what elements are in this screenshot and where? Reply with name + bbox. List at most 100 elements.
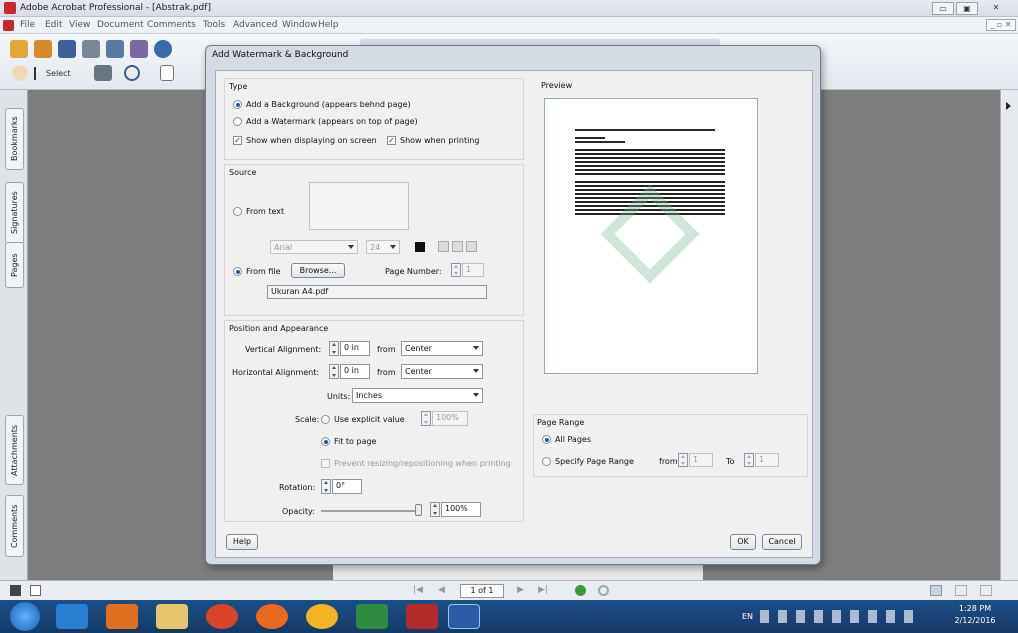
expand-arrow-icon[interactable] xyxy=(1006,102,1011,110)
excel-icon[interactable] xyxy=(356,604,388,629)
tab-pages[interactable]: Pages xyxy=(5,242,24,288)
open-icon[interactable] xyxy=(34,40,52,58)
doc-window-controls[interactable]: _ ▫ ✕ xyxy=(986,19,1016,31)
range-from-spinner[interactable] xyxy=(678,453,688,467)
horizontal-spinner[interactable] xyxy=(329,364,339,379)
save-icon[interactable] xyxy=(58,40,76,58)
minimize-button[interactable]: ▭ xyxy=(932,2,954,15)
acrobat-taskbar-icon[interactable] xyxy=(406,604,438,629)
vertical-from-select[interactable]: Center xyxy=(401,341,483,356)
snapshot-icon[interactable] xyxy=(94,65,112,81)
from-text-radio[interactable] xyxy=(233,207,242,216)
menu-help[interactable]: Help xyxy=(318,20,339,30)
prev-page-icon[interactable]: ◀ xyxy=(438,585,445,595)
menu-tools[interactable]: Tools xyxy=(203,20,225,30)
horizontal-value-field[interactable]: 0 in xyxy=(340,364,370,379)
watermark-radio[interactable] xyxy=(233,117,242,126)
page-number-spinner[interactable] xyxy=(451,263,461,277)
explicit-spinner[interactable] xyxy=(421,411,431,426)
color-swatch[interactable] xyxy=(415,242,425,252)
page-number-display[interactable]: 1 of 1 xyxy=(460,584,504,598)
sign-icon[interactable] xyxy=(130,40,148,58)
continuous-icon[interactable] xyxy=(955,585,967,596)
view-icon[interactable] xyxy=(10,585,21,596)
align-left-icon[interactable] xyxy=(438,241,449,252)
ok-button[interactable]: OK xyxy=(730,534,756,550)
next-page-icon[interactable]: ▶ xyxy=(517,585,524,595)
prevent-resize-checkbox[interactable] xyxy=(321,459,330,468)
rotation-field[interactable]: 0° xyxy=(332,479,362,494)
help-button[interactable]: Help xyxy=(226,534,258,550)
page-number-field[interactable]: 1 xyxy=(462,263,484,277)
ie-icon[interactable] xyxy=(56,604,88,629)
explicit-value-field[interactable]: 100% xyxy=(432,411,468,426)
vertical-spinner[interactable] xyxy=(329,341,339,356)
show-print-checkbox[interactable]: ✓ xyxy=(387,136,396,145)
tab-bookmarks[interactable]: Bookmarks xyxy=(5,108,24,170)
horizontal-from-select[interactable]: Center xyxy=(401,364,483,379)
right-scrollbar[interactable] xyxy=(1000,90,1018,580)
background-radio[interactable] xyxy=(233,100,242,109)
specify-range-radio[interactable] xyxy=(542,457,551,466)
units-select[interactable]: Inches xyxy=(352,388,483,403)
file-name-field[interactable]: Ukuran A4.pdf xyxy=(267,285,487,299)
menu-view[interactable]: View xyxy=(69,20,90,30)
app-icon[interactable] xyxy=(306,604,338,629)
align-center-icon[interactable] xyxy=(452,241,463,252)
opacity-slider-track[interactable] xyxy=(321,510,421,512)
media-icon[interactable] xyxy=(106,604,138,629)
word-icon[interactable] xyxy=(448,604,480,629)
opacity-field[interactable]: 100% xyxy=(441,502,481,517)
facing-icon[interactable] xyxy=(980,585,992,596)
align-right-icon[interactable] xyxy=(466,241,477,252)
page-icon[interactable] xyxy=(30,585,41,596)
hand-tool-icon[interactable] xyxy=(12,65,28,81)
start-button[interactable] xyxy=(10,602,40,631)
all-pages-radio[interactable] xyxy=(542,435,551,444)
first-page-icon[interactable]: |◀ xyxy=(413,585,423,595)
opacity-slider-thumb[interactable] xyxy=(415,504,422,516)
print-icon[interactable] xyxy=(82,40,100,58)
menu-advanced[interactable]: Advanced xyxy=(233,20,277,30)
search-icon[interactable] xyxy=(154,40,172,58)
maximize-button[interactable]: ▣ xyxy=(956,2,978,15)
menu-file[interactable]: File xyxy=(20,20,35,30)
show-screen-checkbox[interactable]: ✓ xyxy=(233,136,242,145)
single-page-icon[interactable] xyxy=(930,585,942,596)
range-from-field[interactable]: 1 xyxy=(689,453,713,467)
from-file-radio[interactable] xyxy=(233,267,242,276)
tab-signatures[interactable]: Signatures xyxy=(5,182,24,244)
system-tray-icons[interactable] xyxy=(760,610,920,623)
cancel-button[interactable]: Cancel xyxy=(762,534,802,550)
email-icon[interactable] xyxy=(106,40,124,58)
range-to-field[interactable]: 1 xyxy=(755,453,779,467)
menu-window[interactable]: Window xyxy=(282,20,318,30)
menu-edit[interactable]: Edit xyxy=(45,20,62,30)
tab-attachments[interactable]: Attachments xyxy=(5,415,24,485)
select-tool-icon[interactable] xyxy=(34,67,44,80)
menu-document[interactable]: Document xyxy=(97,20,144,30)
back-icon[interactable] xyxy=(575,585,586,596)
explicit-value-radio[interactable] xyxy=(321,415,330,424)
last-page-icon[interactable]: ▶| xyxy=(538,585,548,595)
vertical-value-field[interactable]: 0 in xyxy=(340,341,370,356)
range-to-spinner[interactable] xyxy=(744,453,754,467)
font-select[interactable]: Arial xyxy=(270,240,358,254)
zoom-icon[interactable] xyxy=(124,65,140,81)
watermark-text-area[interactable] xyxy=(309,182,409,230)
font-size-select[interactable]: 24 xyxy=(366,240,400,254)
page-view-icon[interactable] xyxy=(160,65,174,81)
opacity-spinner[interactable] xyxy=(430,502,440,517)
chrome-icon[interactable] xyxy=(206,604,238,629)
menu-comments[interactable]: Comments xyxy=(147,20,196,30)
create-pdf-icon[interactable] xyxy=(10,40,28,58)
close-button[interactable]: ✕ xyxy=(985,2,1007,15)
tab-comments[interactable]: Comments xyxy=(5,495,24,557)
rotation-spinner[interactable] xyxy=(321,479,331,494)
browse-button[interactable]: Browse... xyxy=(291,263,345,278)
fit-to-page-radio[interactable] xyxy=(321,437,330,446)
explorer-icon[interactable] xyxy=(156,604,188,629)
forward-icon[interactable] xyxy=(598,585,609,596)
language-indicator[interactable]: EN xyxy=(742,612,753,621)
firefox-icon[interactable] xyxy=(256,604,288,629)
